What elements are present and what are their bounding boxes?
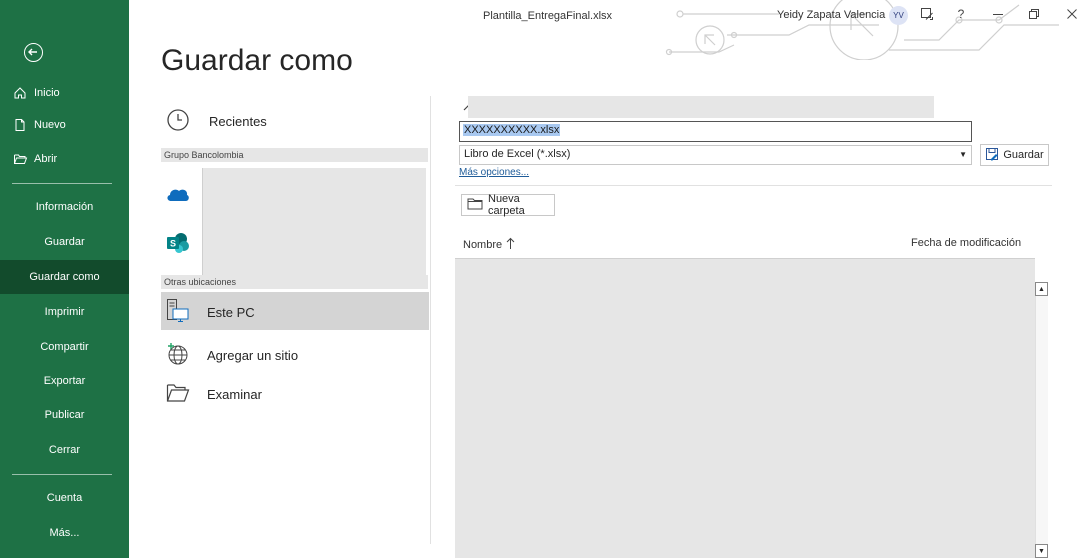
sharepoint-icon[interactable]: S (166, 232, 190, 259)
scroll-down-icon: ▼ (1038, 547, 1045, 555)
section-header-grupo: Grupo Bancolombia (161, 148, 428, 162)
filename-value: XXXXXXXXXX.xlsx (463, 124, 561, 136)
cloud-locations-list[interactable] (202, 168, 426, 275)
column-header-label: Nombre (463, 239, 503, 251)
backstage-nav: Inicio Nuevo Abrir Información Guardar G… (0, 0, 129, 558)
nav-label: Exportar (43, 375, 86, 387)
location-label: Este PC (207, 305, 255, 320)
help-icon[interactable]: ? (953, 6, 969, 22)
back-button[interactable] (24, 43, 43, 62)
nav-item-nuevo[interactable]: Nuevo (12, 114, 66, 136)
save-button[interactable]: Guardar (980, 144, 1049, 166)
section-header-label: Otras ubicaciones (164, 277, 237, 287)
path-breadcrumb[interactable] (468, 96, 934, 118)
title-bar: Plantilla_EntregaFinal.xlsx Yeidy Zapata… (129, 0, 1087, 60)
filename-input[interactable]: XXXXXXXXXX.xlsx (459, 121, 972, 142)
location-label: Recientes (209, 114, 267, 129)
sort-up-icon (506, 237, 515, 253)
avatar[interactable]: YV (889, 6, 908, 25)
nav-item-informacion[interactable]: Información (0, 190, 129, 224)
nav-item-mas[interactable]: Más... (0, 516, 129, 550)
location-examinar[interactable]: Examinar (166, 383, 262, 406)
nav-item-abrir[interactable]: Abrir (12, 148, 57, 170)
nav-label: Información (35, 201, 94, 213)
nav-label: Guardar (44, 236, 85, 248)
nav-label: Inicio (34, 87, 60, 99)
help-label: ? (957, 7, 965, 21)
new-doc-icon (12, 117, 28, 133)
nav-divider (12, 474, 112, 475)
nav-item-guardar[interactable]: Guardar (0, 225, 129, 259)
folder-open-icon (12, 151, 28, 167)
document-title: Plantilla_EntregaFinal.xlsx (483, 10, 613, 22)
nav-label: Guardar como (29, 271, 100, 283)
folder-icon (166, 383, 190, 406)
new-folder-label: Nueva carpeta (488, 193, 525, 217)
file-list[interactable] (455, 258, 1035, 558)
section-header-label: Grupo Bancolombia (164, 150, 244, 160)
nav-item-imprimir[interactable]: Imprimir (0, 295, 129, 329)
column-divider (430, 96, 431, 544)
user-name[interactable]: Yeidy Zapata Valencia (777, 9, 885, 21)
form-divider (455, 185, 1052, 186)
location-label: Examinar (207, 387, 262, 402)
save-as-screen: Inicio Nuevo Abrir Información Guardar G… (0, 0, 1087, 558)
nav-item-compartir[interactable]: Compartir (0, 330, 129, 364)
section-header-otras: Otras ubicaciones (161, 275, 428, 289)
page-title: Guardar como (161, 44, 353, 77)
save-icon (985, 147, 999, 164)
back-arrow-icon (28, 48, 37, 56)
nav-label: Imprimir (44, 306, 85, 318)
scroll-up-icon: ▲ (1038, 285, 1045, 293)
column-header-name[interactable]: Nombre (463, 237, 515, 253)
home-icon (12, 85, 28, 101)
nav-label: Cerrar (48, 444, 81, 456)
nav-label: Publicar (44, 409, 85, 421)
close-icon[interactable] (1064, 6, 1080, 22)
nav-label: Más... (49, 527, 80, 539)
scroll-up-button[interactable]: ▲ (1035, 282, 1048, 296)
nav-divider (12, 183, 112, 184)
chevron-down-icon: ▼ (959, 150, 967, 159)
filetype-value: Libro de Excel (*.xlsx) (464, 148, 571, 160)
share-pen-icon[interactable] (919, 6, 935, 22)
scrollbar-track[interactable] (1035, 296, 1048, 544)
nav-item-guardar-como[interactable]: Guardar como (0, 260, 129, 294)
svg-text:S: S (170, 239, 176, 249)
nav-item-publicar[interactable]: Publicar (0, 398, 129, 432)
nav-item-cuenta[interactable]: Cuenta (0, 481, 129, 515)
new-folder-icon (467, 197, 483, 213)
nav-label: Cuenta (46, 492, 83, 504)
onedrive-icon[interactable] (166, 186, 190, 207)
location-recientes[interactable]: Recientes (166, 108, 267, 135)
location-label: Agregar un sitio (207, 348, 299, 363)
nav-label: Abrir (34, 153, 58, 165)
computer-icon (166, 298, 190, 327)
new-folder-button[interactable]: Nueva carpeta (461, 193, 555, 217)
save-label: Guardar (1003, 149, 1044, 161)
avatar-initials: YV (893, 11, 904, 20)
more-options-link[interactable]: Más opciones... (459, 167, 529, 178)
nav-label: Nuevo (34, 119, 66, 131)
minimize-icon[interactable] (990, 6, 1006, 22)
restore-icon[interactable] (1026, 6, 1042, 22)
clock-icon (166, 108, 190, 135)
column-header-date[interactable]: Fecha de modificación (911, 237, 1021, 249)
nav-label: Compartir (40, 341, 89, 353)
location-agregar-sitio[interactable]: Agregar un sitio (166, 342, 298, 369)
globe-add-icon (166, 342, 190, 369)
nav-item-exportar[interactable]: Exportar (0, 364, 129, 398)
location-este-pc-content[interactable]: Este PC (166, 298, 255, 327)
nav-item-inicio[interactable]: Inicio (12, 82, 60, 104)
scroll-down-button[interactable]: ▼ (1035, 544, 1048, 558)
filetype-select[interactable]: Libro de Excel (*.xlsx) ▼ (459, 145, 972, 165)
nav-item-cerrar[interactable]: Cerrar (0, 433, 129, 467)
